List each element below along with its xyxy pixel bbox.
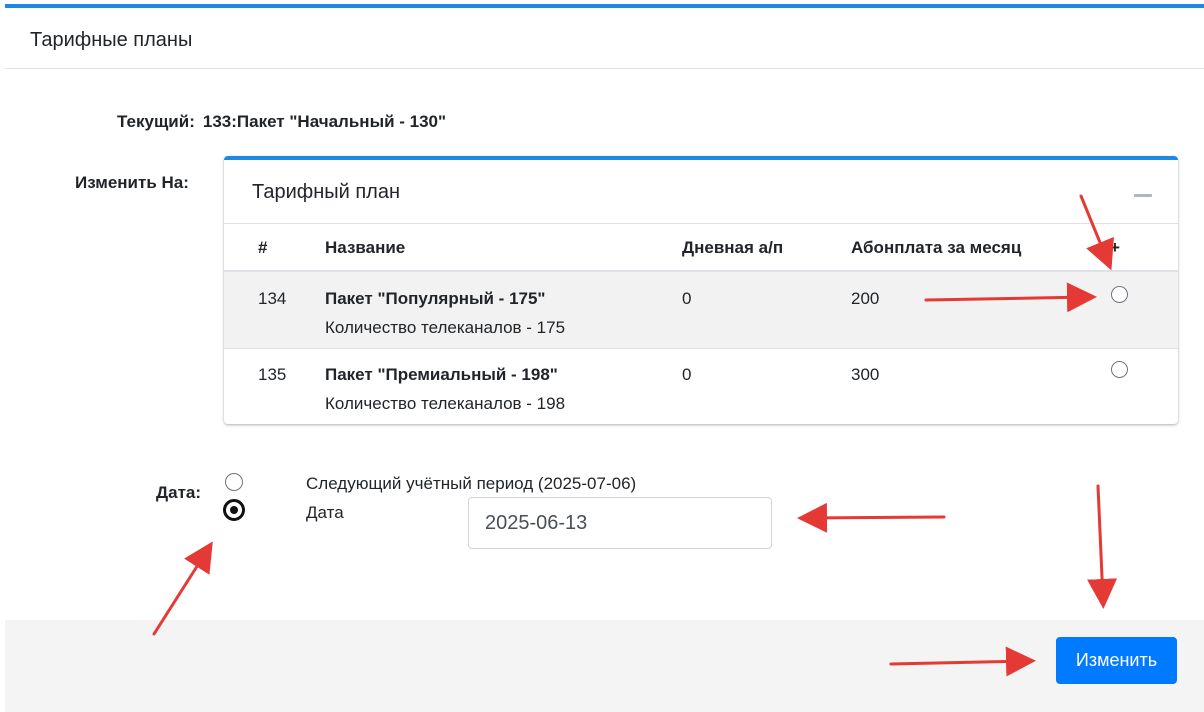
plan-daily-fee: 0 (682, 365, 692, 384)
change-to-label: Изменить На: (75, 173, 189, 192)
plan-name: Пакет "Популярный - 175" (325, 289, 546, 308)
plan-monthly-fee: 200 (851, 289, 880, 308)
card-title: Тарифные планы (30, 29, 193, 51)
column-header-number: # (258, 238, 268, 257)
plan-card-header: Тарифный план (224, 160, 1178, 224)
card-footer (5, 620, 1204, 712)
collapse-minus-icon[interactable] (1134, 194, 1152, 197)
row-divider (224, 348, 1178, 349)
column-header-name: Название (325, 238, 406, 257)
plan-id: 134 (258, 289, 287, 308)
current-plan: Текущий: 133:Пакет "Начальный - 130" (117, 112, 454, 132)
table-row[interactable]: 135 Пакет "Премиальный - 198" Количество… (224, 348, 1178, 424)
plan-name: Пакет "Премиальный - 198" (325, 365, 558, 384)
column-header-select: + (1110, 238, 1120, 257)
tariff-plans-card: Тарифные планы Текущий: 133:Пакет "Началь… (0, 0, 1204, 712)
plan-selection-card: Тарифный план # Название Дневная а/п Або… (224, 156, 1178, 424)
specific-date-radio[interactable] (223, 499, 245, 521)
next-period-option-label: Следующий учётный период (2025-07-06) (306, 474, 637, 493)
card-header: Тарифные планы (5, 8, 1204, 69)
current-plan-label: Текущий: (117, 112, 195, 131)
date-input[interactable] (468, 497, 772, 549)
date-option-label: Дата (306, 503, 344, 522)
plan-select-radio[interactable] (1111, 286, 1128, 303)
table-row[interactable]: 134 Пакет "Популярный - 175" Количество … (224, 272, 1178, 348)
column-header-daily-fee: Дневная а/п (682, 238, 784, 257)
plan-daily-fee: 0 (682, 289, 692, 308)
plan-monthly-fee: 300 (851, 365, 880, 384)
current-plan-value: 133:Пакет "Начальный - 130" (202, 112, 447, 131)
plan-description: Количество телеканалов - 175 (325, 318, 566, 337)
plan-card-title: Тарифный план (252, 181, 401, 203)
next-period-radio[interactable] (225, 473, 243, 491)
column-header-monthly-fee: Абонплата за месяц (851, 238, 1022, 257)
plan-select-radio[interactable] (1111, 361, 1128, 378)
plan-description: Количество телеканалов - 198 (325, 394, 566, 413)
plan-id: 135 (258, 365, 287, 384)
change-button[interactable]: Изменить (1056, 637, 1177, 684)
date-label: Дата: (156, 483, 202, 502)
